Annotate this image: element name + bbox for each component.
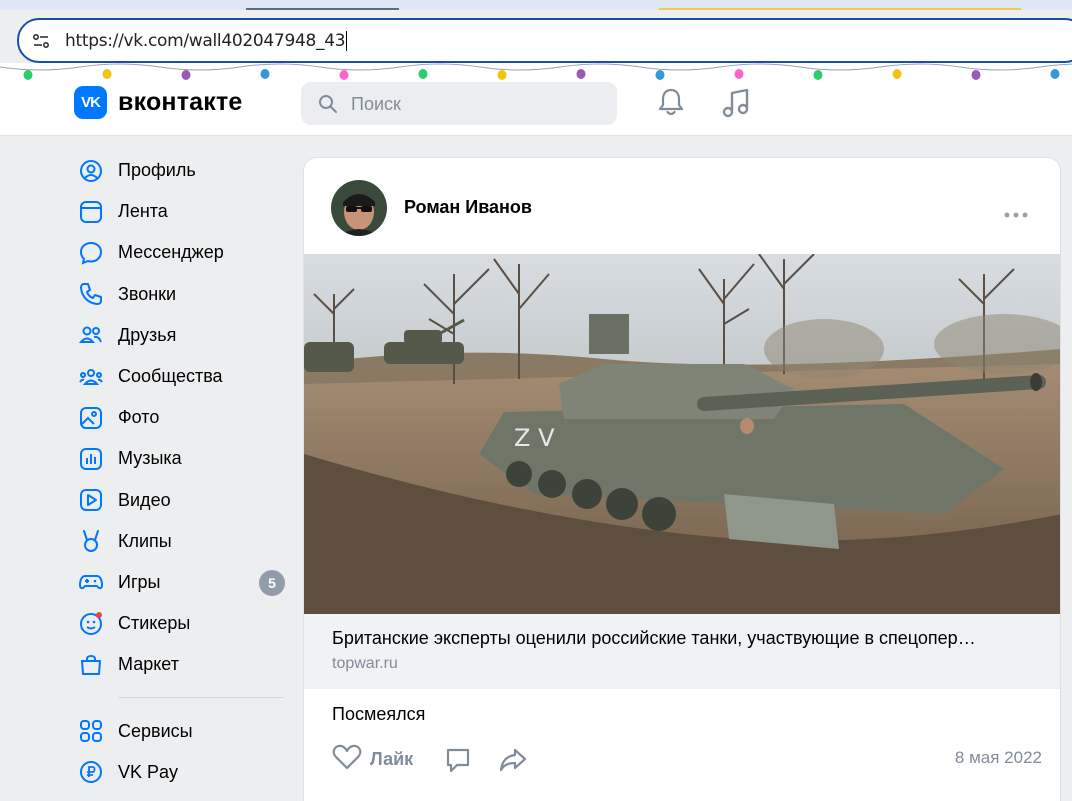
sidebar-item-label: Лента xyxy=(118,201,168,222)
url-text[interactable]: https://vk.com/wall402047948_43 xyxy=(65,31,348,51)
video-icon xyxy=(74,488,108,512)
sidebar-item-games[interactable]: Игры 5 xyxy=(74,562,294,603)
sidebar-item-label: Музыка xyxy=(118,448,182,469)
like-button[interactable]: Лайк xyxy=(332,744,413,775)
tab-indicator xyxy=(246,8,399,10)
games-icon xyxy=(74,570,108,594)
site-settings-icon[interactable] xyxy=(31,31,51,51)
left-sidebar: Профиль Лента Мессенджер Звонки Друзья Сообще… xyxy=(74,150,294,793)
sidebar-item-label: Стикеры xyxy=(118,613,191,634)
garland-bulb xyxy=(655,70,665,80)
search-placeholder: Поиск xyxy=(351,94,401,114)
sidebar-item-label: Звонки xyxy=(118,283,177,304)
music-player-icon[interactable] xyxy=(721,87,751,124)
feed-icon xyxy=(74,200,108,224)
post-actions: Лайк 8 мая 2022 xyxy=(332,744,1042,774)
vkpay-icon xyxy=(74,760,108,784)
services-icon xyxy=(74,719,108,743)
vk-logo[interactable]: VK xyxy=(74,86,107,119)
garland-bulb xyxy=(892,69,902,79)
games-count-badge: 5 xyxy=(259,569,285,596)
garland-bulb xyxy=(339,70,349,80)
sidebar-item-photo[interactable]: Фото xyxy=(74,397,294,438)
sidebar-item-communities[interactable]: Сообщества xyxy=(74,356,294,397)
sidebar-item-profile[interactable]: Профиль xyxy=(74,150,294,191)
sidebar-item-label: Сообщества xyxy=(118,366,223,387)
photo-icon xyxy=(74,406,108,430)
sidebar-item-services[interactable]: Сервисы xyxy=(74,710,294,751)
sidebar-item-friends[interactable]: Друзья xyxy=(74,315,294,356)
svg-text:Z V: Z V xyxy=(514,424,555,452)
search-icon xyxy=(318,94,338,119)
post-author-name[interactable]: Роман Иванов xyxy=(404,197,532,218)
stickers-icon xyxy=(74,611,108,636)
sidebar-item-music[interactable]: Музыка xyxy=(74,438,294,479)
garland-bulb xyxy=(1050,69,1060,79)
sidebar-item-label: Игры xyxy=(118,571,161,592)
sidebar-item-label: Видео xyxy=(118,489,171,510)
wall-post: Роман Иванов Z V Британские эксперты оце… xyxy=(303,157,1061,801)
tab-indicator xyxy=(659,8,1021,10)
address-bar[interactable]: https://vk.com/wall402047948_43 xyxy=(17,18,1072,63)
phone-icon xyxy=(74,282,108,306)
garland-bulb xyxy=(260,69,270,79)
author-avatar[interactable] xyxy=(331,180,387,236)
sidebar-item-label: Маркет xyxy=(118,654,179,675)
garland-decoration xyxy=(0,63,1072,81)
link-preview-title[interactable]: Британские эксперты оценили российские т… xyxy=(332,628,976,649)
more-options-icon[interactable] xyxy=(1004,205,1028,223)
garland-bulb xyxy=(971,70,981,80)
sidebar-divider xyxy=(118,697,284,699)
link-preview[interactable]: Британские эксперты оценили российские т… xyxy=(304,614,1060,689)
sidebar-item-feed[interactable]: Лента xyxy=(74,191,294,232)
music-icon xyxy=(74,447,108,471)
sidebar-item-label: VK Pay xyxy=(118,761,179,782)
sidebar-item-label: Друзья xyxy=(118,324,177,345)
link-preview-domain[interactable]: topwar.ru xyxy=(332,655,398,673)
messenger-icon xyxy=(74,241,108,265)
friends-icon xyxy=(74,323,108,347)
market-icon xyxy=(74,653,108,677)
sidebar-item-clips[interactable]: Клипы xyxy=(74,521,294,562)
garland-bulb xyxy=(576,69,586,79)
sidebar-item-label: Мессенджер xyxy=(118,242,224,263)
heart-icon xyxy=(332,744,362,775)
sidebar-item-vkpay[interactable]: VK Pay xyxy=(74,752,294,793)
sidebar-item-messenger[interactable]: Мессенджер xyxy=(74,232,294,273)
sidebar-item-label: Сервисы xyxy=(118,720,193,741)
vk-wordmark[interactable]: вконтакте xyxy=(118,88,243,117)
sidebar-item-video[interactable]: Видео xyxy=(74,480,294,521)
garland-bulb xyxy=(23,70,33,80)
post-date[interactable]: 8 мая 2022 xyxy=(955,748,1042,768)
communities-icon xyxy=(74,365,108,389)
garland-bulb xyxy=(734,69,744,79)
sidebar-item-market[interactable]: Маркет xyxy=(74,644,294,685)
profile-icon xyxy=(74,159,108,183)
garland-bulb xyxy=(418,69,428,79)
sidebar-item-label: Профиль xyxy=(118,160,196,181)
browser-tab-strip xyxy=(0,0,1072,10)
like-label: Лайк xyxy=(370,749,414,769)
clips-icon xyxy=(74,529,108,553)
share-icon[interactable] xyxy=(498,746,528,779)
sidebar-item-label: Фото xyxy=(118,407,160,428)
post-text: Посмеялся xyxy=(332,704,426,724)
search-input[interactable]: Поиск xyxy=(301,82,617,125)
garland-bulb xyxy=(813,70,823,80)
sidebar-item-label: Клипы xyxy=(118,530,172,551)
garland-bulb xyxy=(181,70,191,80)
post-image-tank[interactable]: Z V xyxy=(304,254,1060,614)
garland-bulb xyxy=(102,69,112,79)
garland-bulb xyxy=(497,70,507,80)
vk-header: VK вконтакте Поиск xyxy=(0,81,1072,136)
sidebar-item-phone[interactable]: Звонки xyxy=(74,274,294,315)
sidebar-item-stickers[interactable]: Стикеры xyxy=(74,603,294,644)
comment-icon[interactable] xyxy=(444,746,472,779)
notifications-bell-icon[interactable] xyxy=(657,87,685,122)
